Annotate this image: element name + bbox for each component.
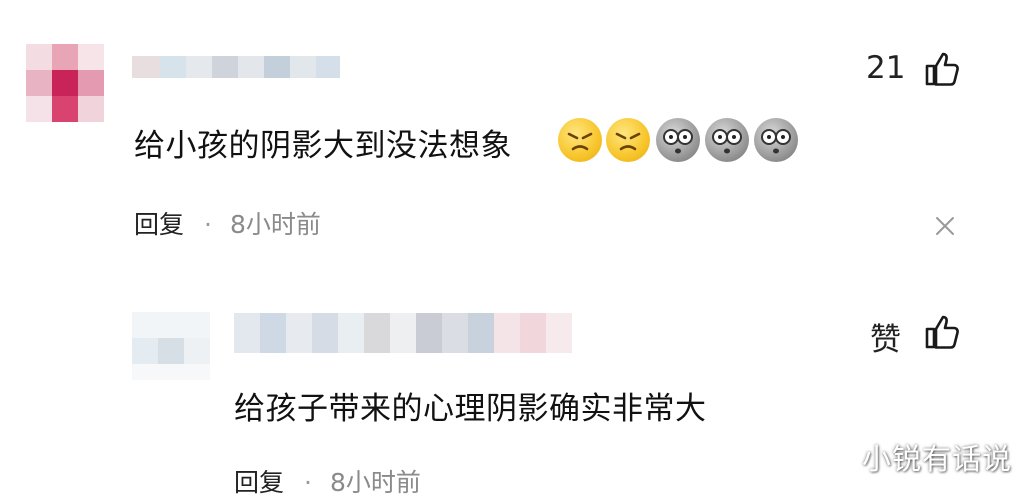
reply-meta: 回复 · 8小时前 — [234, 463, 421, 499]
like-count: 21 — [866, 50, 906, 86]
thumbs-up-icon[interactable] — [924, 314, 960, 350]
thumbs-up-icon[interactable] — [924, 51, 960, 87]
username-blurred[interactable] — [132, 56, 340, 78]
shocked-face-emoji — [705, 118, 749, 162]
username-blurred[interactable] — [234, 313, 572, 353]
reply-text: 给孩子带来的心理阴影确实非常大 — [234, 391, 707, 427]
close-icon[interactable] — [934, 215, 956, 237]
like-label: 赞 — [870, 322, 901, 358]
comment-text: 给小孩的阴影大到没法想象 — [134, 128, 512, 164]
timestamp: 8小时前 — [229, 210, 321, 239]
angry-face-emoji — [606, 118, 650, 162]
shocked-face-emoji — [656, 118, 700, 162]
angry-face-emoji — [558, 118, 602, 162]
separator-dot: · — [304, 468, 312, 497]
reply-button[interactable]: 回复 — [134, 210, 184, 239]
avatar[interactable] — [132, 312, 210, 380]
timestamp: 8小时前 — [329, 468, 421, 497]
separator-dot: · — [204, 210, 212, 239]
watermark: 小锐有话说 — [861, 442, 1012, 476]
comment-meta: 回复 · 8小时前 — [134, 205, 321, 241]
reply-button[interactable]: 回复 — [234, 468, 284, 497]
shocked-face-emoji — [754, 118, 798, 162]
avatar[interactable] — [26, 44, 104, 122]
